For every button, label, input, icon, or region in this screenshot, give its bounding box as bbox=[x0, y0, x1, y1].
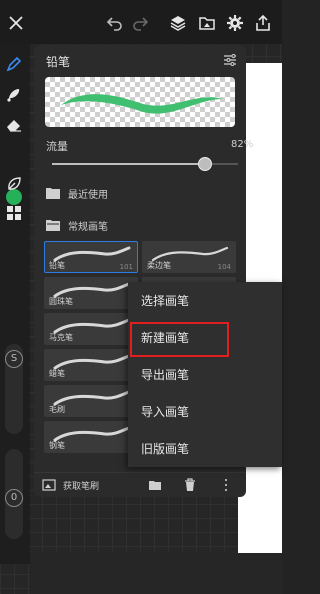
folder-icon[interactable] bbox=[148, 478, 162, 492]
size-knob[interactable]: S bbox=[5, 350, 23, 368]
opacity-slider[interactable]: 0 bbox=[5, 449, 23, 539]
brush-count: 104 bbox=[217, 263, 231, 271]
eraser-tool-icon[interactable] bbox=[5, 115, 23, 133]
recent-label: 最近使用 bbox=[68, 190, 108, 201]
brush-preview bbox=[45, 77, 235, 127]
layers-icon[interactable] bbox=[169, 14, 187, 32]
get-brush-icon[interactable] bbox=[42, 478, 56, 492]
menu-item-label: 旧版画笔 bbox=[141, 442, 190, 456]
menu-item[interactable]: 旧版画笔 bbox=[128, 430, 282, 467]
menu-item[interactable]: 选择画笔 bbox=[128, 282, 282, 319]
folder-icon bbox=[46, 188, 60, 199]
panel-bottom-bar: 获取笔刷 bbox=[34, 472, 246, 498]
more-icon[interactable] bbox=[219, 478, 233, 492]
brush-tile[interactable]: 毛刷1 bbox=[44, 385, 138, 417]
close-icon[interactable] bbox=[7, 14, 25, 32]
brush-context-menu: 选择画笔 新建画笔 导出画笔 导入画笔 旧版画笔 bbox=[128, 282, 282, 467]
trash-icon[interactable] bbox=[183, 478, 197, 492]
folder-open-icon bbox=[46, 220, 60, 231]
redo-icon[interactable] bbox=[131, 14, 149, 32]
bottom-area bbox=[30, 553, 282, 594]
brush-tile[interactable]: 马克笔 bbox=[44, 313, 138, 345]
flow-label: 流量 bbox=[46, 140, 68, 153]
brush-size-slider[interactable]: S bbox=[5, 344, 23, 434]
smudge-tool-icon[interactable] bbox=[5, 85, 23, 103]
brush-tool-icon[interactable] bbox=[5, 55, 23, 73]
brush-tile[interactable]: 圆珠笔 bbox=[44, 277, 138, 309]
menu-item-label: 导出画笔 bbox=[141, 368, 190, 382]
share-icon[interactable] bbox=[254, 14, 272, 32]
brush-tile[interactable]: 钢笔 bbox=[44, 421, 138, 453]
menu-item-label: 导入画笔 bbox=[141, 405, 190, 419]
brush-name: 毛刷 bbox=[49, 405, 65, 414]
brush-count: 101 bbox=[119, 263, 133, 271]
menu-item[interactable]: 导出画笔 bbox=[128, 356, 282, 393]
menu-item-label: 选择画笔 bbox=[141, 294, 190, 308]
settings-icon[interactable] bbox=[226, 14, 244, 32]
flow-value: 82% bbox=[231, 139, 254, 150]
panel-title: 铅笔 bbox=[46, 55, 71, 69]
leaf-tool-icon[interactable] bbox=[5, 175, 23, 193]
brush-name: 钢笔 bbox=[49, 441, 65, 450]
brush-name: 圆珠笔 bbox=[49, 297, 73, 306]
tool-sidebar: S 0 bbox=[0, 44, 30, 564]
common-label: 常规画笔 bbox=[68, 222, 108, 233]
brush-tile[interactable]: 铅笔 101 bbox=[44, 241, 138, 273]
gallery-icon[interactable] bbox=[198, 14, 216, 32]
top-toolbar bbox=[0, 0, 282, 44]
brush-name: 铅笔 bbox=[49, 261, 65, 270]
grid-tool-icon[interactable] bbox=[5, 204, 23, 222]
brush-tile[interactable]: 蜡笔 bbox=[44, 349, 138, 381]
get-brush-label[interactable]: 获取笔刷 bbox=[63, 479, 99, 492]
brush-settings-icon[interactable] bbox=[222, 52, 238, 68]
flow-slider[interactable] bbox=[52, 157, 238, 171]
brush-name: 柔边笔 bbox=[147, 261, 171, 270]
brush-name: 蜡笔 bbox=[49, 369, 65, 378]
flow-slider-knob[interactable] bbox=[197, 157, 212, 171]
undo-icon[interactable] bbox=[106, 14, 124, 32]
flow-slider-fill bbox=[52, 163, 205, 165]
opacity-knob[interactable]: 0 bbox=[5, 489, 23, 507]
menu-item[interactable]: 导入画笔 bbox=[128, 393, 282, 430]
highlight-box bbox=[130, 322, 229, 357]
brush-name: 马克笔 bbox=[49, 333, 73, 342]
brush-tile[interactable]: 柔边笔 104 bbox=[142, 241, 236, 273]
